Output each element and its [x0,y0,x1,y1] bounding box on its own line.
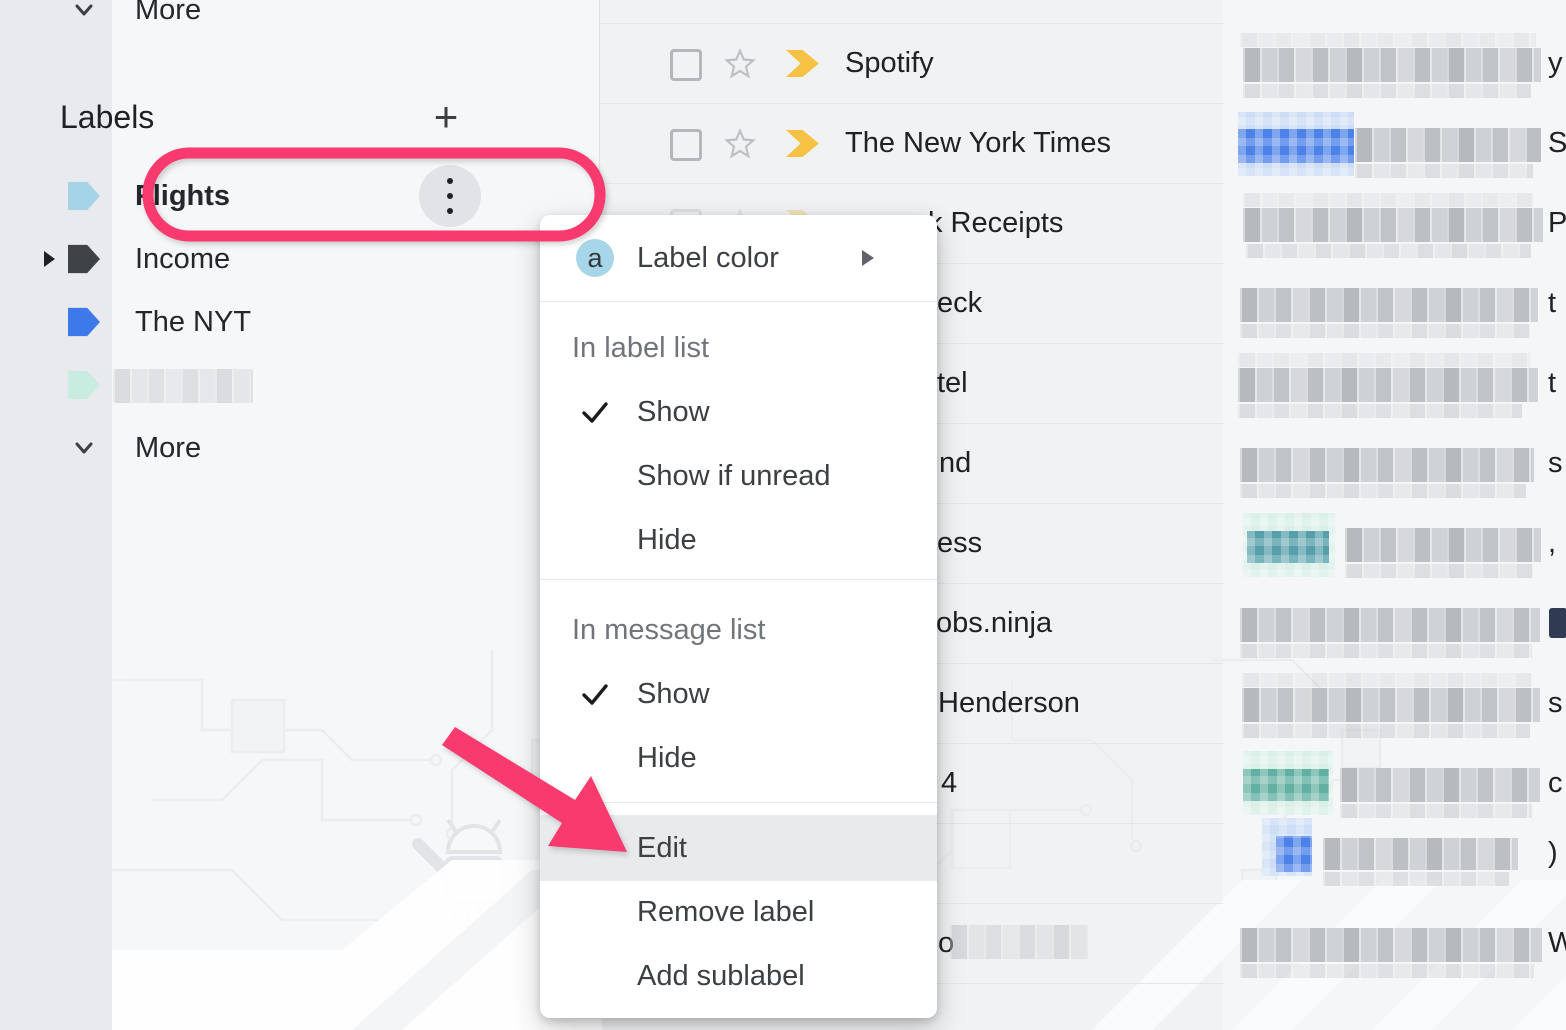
menu-item-label: Label color [637,242,779,275]
email-sender-fragment: tel [937,367,968,400]
label-tag-icon [68,369,100,401]
clipped-emoji-icon [1549,608,1566,638]
sidebar-item-label: Flights [135,180,230,213]
menu-item-label-color[interactable]: a Label color [540,226,937,290]
menu-item-label: Add sublabel [637,960,805,993]
menu-section-header: In message list [540,598,937,662]
importance-marker-icon[interactable] [786,130,819,157]
select-checkbox[interactable] [670,49,702,81]
menu-item-hide-label-list[interactable]: Hide [540,508,937,572]
sidebar [112,0,600,1030]
redacted-label-text [113,369,253,403]
clipped-subject-text: t [1548,287,1556,320]
select-checkbox[interactable] [670,129,702,161]
clipped-subject-text: ) [1548,837,1558,870]
clipped-subject-text: c [1548,767,1563,800]
menu-section-header: In label list [540,316,937,380]
label-options-button[interactable] [419,165,481,227]
menu-item-edit[interactable]: Edit [540,816,937,880]
email-sender-fragment: eck [937,287,982,320]
menu-item-remove-label[interactable]: Remove label [540,880,937,944]
clipped-subject-text: P [1548,207,1566,240]
email-row[interactable]: Spotify y [600,23,1566,103]
chevron-down-icon [68,0,100,26]
sidebar-item-label: Income [135,243,230,276]
menu-item-label: Remove label [637,896,814,929]
email-sender-fragment: Henderson [938,687,1080,720]
menu-item-label: Show [637,678,710,711]
sidebar-item-label: More [135,0,201,27]
menu-item-hide-message-list[interactable]: Hide [540,726,937,790]
clipped-subject-text: W [1548,927,1566,960]
email-sender-fragment: ess [937,527,982,560]
clipped-subject-text: s [1548,687,1563,720]
menu-item-show-if-unread[interactable]: Show if unread [540,444,937,508]
email-sender-fragment: 4 [941,767,957,800]
email-row[interactable]: The New York Times S [600,103,1566,183]
menu-item-label: Hide [637,524,697,557]
label-tag-icon [68,243,100,275]
clipped-subject-text: y [1548,47,1563,80]
create-label-button[interactable]: + [424,95,468,139]
menu-item-label: Edit [637,832,687,865]
check-icon [578,677,612,711]
email-sender-fragment: k Receipts [928,207,1063,240]
clipped-subject-text: , [1548,527,1556,560]
clipped-subject-text: s [1548,447,1563,480]
sidebar-item-label: More [135,432,201,465]
email-sender: The New York Times [845,127,1111,160]
menu-item-show-label-list[interactable]: Show [540,380,937,444]
menu-item-label: Show [637,396,710,429]
sidebar-item-label: The NYT [135,306,251,339]
email-sender-fragment: nd [939,447,971,480]
label-context-menu: a Label color In label list Show Show if… [540,215,937,1018]
label-color-swatch-icon: a [576,239,614,277]
email-sender-fragment: obs.ninja [936,607,1052,640]
menu-item-label: Hide [637,742,697,775]
email-sender: Spotify [845,47,934,80]
menu-item-label: Show if unread [637,460,830,493]
expand-arrow-icon[interactable] [44,251,55,267]
importance-marker-icon[interactable] [786,50,819,77]
label-tag-icon [68,180,100,212]
chevron-down-icon [68,432,100,464]
clipped-subject-text: t [1548,367,1556,400]
menu-item-show-message-list[interactable]: Show [540,662,937,726]
window-left-margin [0,0,112,1030]
gmail-screenshot: More Labels + Flights Income The NYT Mor… [0,0,1566,1030]
clipped-subject-text: S [1548,127,1566,160]
check-icon [578,395,612,429]
menu-item-add-sublabel[interactable]: Add sublabel [540,944,937,1008]
star-icon[interactable] [722,45,758,81]
star-icon[interactable] [722,125,758,161]
submenu-arrow-icon [862,250,874,266]
labels-header: Labels [60,99,154,136]
label-tag-icon [68,306,100,338]
